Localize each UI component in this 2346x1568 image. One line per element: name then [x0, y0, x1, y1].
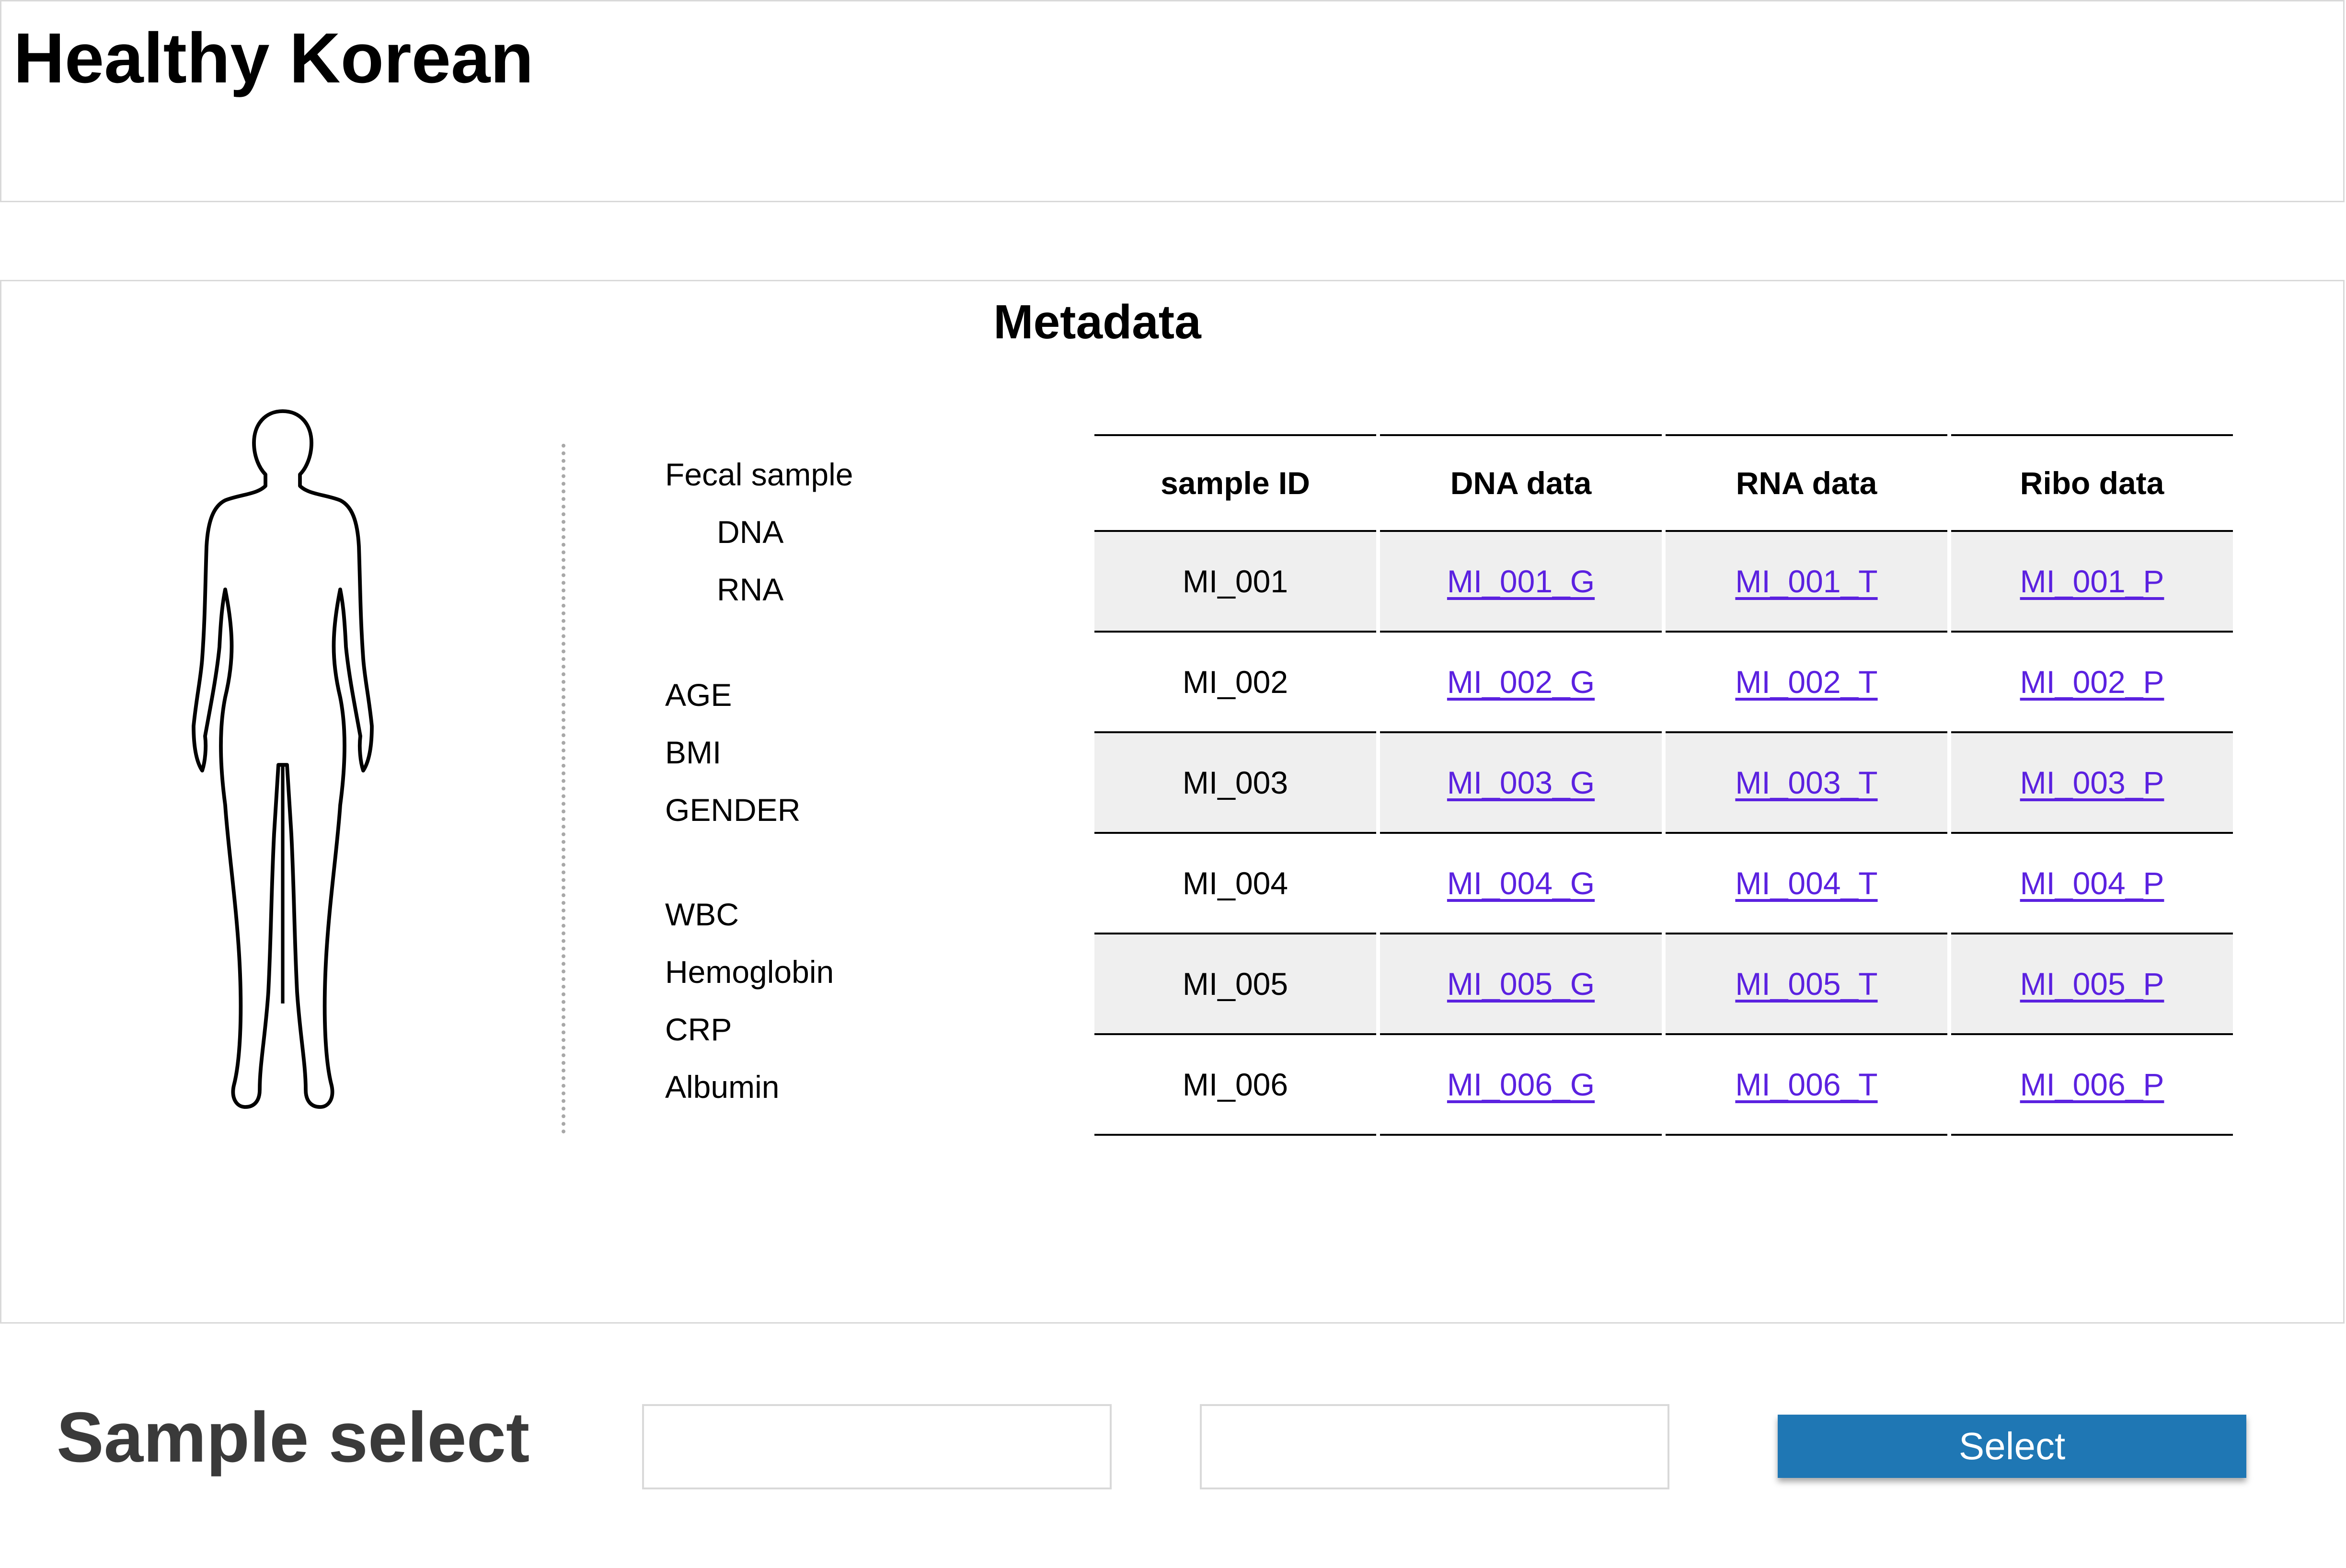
sample-id-cell: MI_002: [1094, 631, 1376, 731]
ribo-data-cell: MI_002_P: [1951, 631, 2233, 731]
metadata-title: Metadata: [993, 295, 1201, 349]
dna-data-link[interactable]: MI_005_G: [1447, 966, 1595, 1002]
sample-id-cell: MI_006: [1094, 1033, 1376, 1136]
attr-hemoglobin: Hemoglobin: [665, 954, 834, 990]
table-row: MI_003 MI_003_G MI_003_T MI_003_P: [1094, 731, 2233, 832]
attr-gender: GENDER: [665, 792, 801, 828]
table-row: MI_002 MI_002_G MI_002_T MI_002_P: [1094, 631, 2233, 731]
rna-data-cell: MI_003_T: [1666, 731, 1947, 832]
table-row: MI_001 MI_001_G MI_001_T MI_001_P: [1094, 530, 2233, 631]
sample-table: sample ID DNA data RNA data Ribo data MI…: [1091, 434, 2237, 1136]
ribo-data-link[interactable]: MI_004_P: [2020, 865, 2164, 901]
dna-data-cell: MI_005_G: [1380, 933, 1662, 1033]
dna-data-link[interactable]: MI_001_G: [1447, 564, 1595, 599]
rna-data-link[interactable]: MI_002_T: [1735, 664, 1877, 700]
attr-bmi: BMI: [665, 735, 722, 770]
attr-crp: CRP: [665, 1012, 732, 1047]
dna-data-cell: MI_003_G: [1380, 731, 1662, 832]
header-sample-id: sample ID: [1094, 434, 1376, 530]
ribo-data-link[interactable]: MI_003_P: [2020, 765, 2164, 800]
dna-data-link[interactable]: MI_003_G: [1447, 765, 1595, 800]
header-dna-data: DNA data: [1380, 434, 1662, 530]
rna-data-cell: MI_004_T: [1666, 832, 1947, 933]
sample-id-cell: MI_005: [1094, 933, 1376, 1033]
dna-data-cell: MI_002_G: [1380, 631, 1662, 731]
rna-data-cell: MI_001_T: [1666, 530, 1947, 631]
human-body-outline-icon: [192, 409, 374, 1109]
table-row: MI_006 MI_006_G MI_006_T MI_006_P: [1094, 1033, 2233, 1136]
ribo-data-cell: MI_001_P: [1951, 530, 2233, 631]
sample-select-title: Sample select: [57, 1398, 530, 1477]
ribo-data-cell: MI_004_P: [1951, 832, 2233, 933]
ribo-data-link[interactable]: MI_002_P: [2020, 664, 2164, 700]
rna-data-link[interactable]: MI_005_T: [1735, 966, 1877, 1002]
dna-data-cell: MI_004_G: [1380, 832, 1662, 933]
sample-input-2[interactable]: [1200, 1404, 1669, 1489]
ribo-data-link[interactable]: MI_001_P: [2020, 564, 2164, 599]
attr-dna: DNA: [717, 514, 784, 550]
rna-data-cell: MI_002_T: [1666, 631, 1947, 731]
app-title: Healthy Korean: [13, 19, 534, 98]
dna-data-link[interactable]: MI_006_G: [1447, 1067, 1595, 1102]
sample-id-cell: MI_004: [1094, 832, 1376, 933]
rna-data-link[interactable]: MI_003_T: [1735, 765, 1877, 800]
attr-age: AGE: [665, 677, 732, 713]
divider: [562, 444, 565, 1134]
attr-rna: RNA: [717, 572, 784, 607]
sample-input-1[interactable]: [642, 1404, 1112, 1489]
attr-albumin: Albumin: [665, 1069, 780, 1105]
attr-wbc: WBC: [665, 897, 739, 932]
attr-fecal-sample: Fecal sample: [665, 457, 853, 492]
dna-data-cell: MI_006_G: [1380, 1033, 1662, 1136]
rna-data-link[interactable]: MI_006_T: [1735, 1067, 1877, 1102]
table-row: MI_004 MI_004_G MI_004_T MI_004_P: [1094, 832, 2233, 933]
ribo-data-link[interactable]: MI_005_P: [2020, 966, 2164, 1002]
dna-data-link[interactable]: MI_002_G: [1447, 664, 1595, 700]
rna-data-cell: MI_005_T: [1666, 933, 1947, 1033]
rna-data-link[interactable]: MI_004_T: [1735, 865, 1877, 901]
sample-id-cell: MI_001: [1094, 530, 1376, 631]
dna-data-cell: MI_001_G: [1380, 530, 1662, 631]
ribo-data-cell: MI_005_P: [1951, 933, 2233, 1033]
dna-data-link[interactable]: MI_004_G: [1447, 865, 1595, 901]
header-rna-data: RNA data: [1666, 434, 1947, 530]
table-header-row: sample ID DNA data RNA data Ribo data: [1094, 434, 2233, 530]
select-button[interactable]: Select: [1778, 1415, 2246, 1478]
rna-data-cell: MI_006_T: [1666, 1033, 1947, 1136]
header-ribo-data: Ribo data: [1951, 434, 2233, 530]
rna-data-link[interactable]: MI_001_T: [1735, 564, 1877, 599]
table-row: MI_005 MI_005_G MI_005_T MI_005_P: [1094, 933, 2233, 1033]
ribo-data-cell: MI_003_P: [1951, 731, 2233, 832]
ribo-data-cell: MI_006_P: [1951, 1033, 2233, 1136]
sample-id-cell: MI_003: [1094, 731, 1376, 832]
ribo-data-link[interactable]: MI_006_P: [2020, 1067, 2164, 1102]
